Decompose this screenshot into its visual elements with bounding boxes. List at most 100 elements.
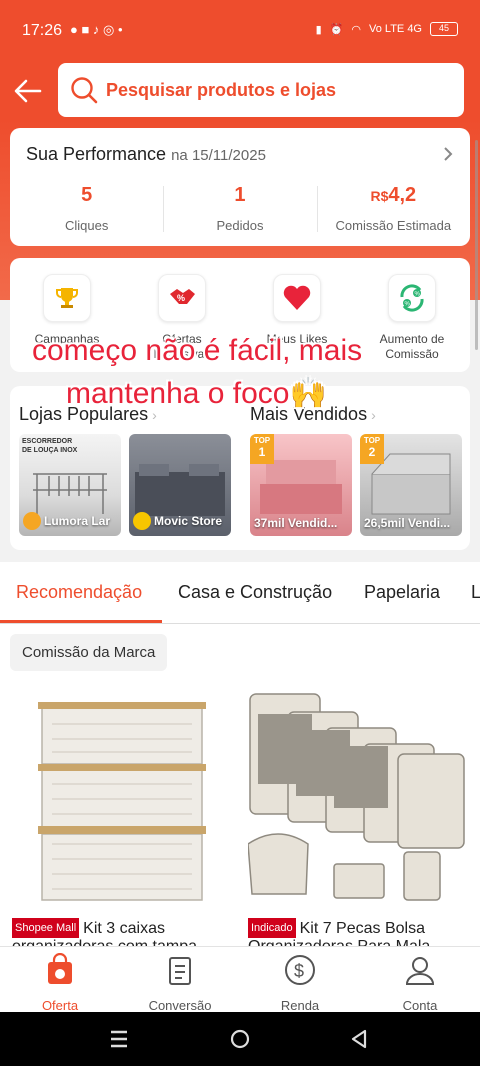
vibrate-icon: ▮	[315, 23, 322, 36]
performance-stats: 5 Cliques 1 Pedidos R$4,2 Comissão Estim…	[10, 184, 470, 236]
nav-offer[interactable]: Oferta	[10, 952, 110, 1013]
product-title: IndicadoKit 7 Pecas BolsaOrganizadoras P…	[248, 918, 470, 946]
home-icon[interactable]	[229, 1028, 251, 1050]
notification-icons: ● ■ ♪ ◎ •	[70, 22, 123, 37]
product-title-line-1: Kit 3 caixas	[83, 920, 165, 937]
stat-label: Pedidos	[216, 218, 264, 233]
performance-title-text: Sua Performance	[26, 144, 167, 164]
svg-text:%: %	[177, 293, 185, 303]
performance-date: na 15/11/2025	[171, 147, 266, 164]
top-badge-label: TOP	[363, 436, 381, 445]
tab-recommendation[interactable]: Recomendação	[16, 582, 142, 603]
back-arrow-icon[interactable]	[12, 76, 44, 106]
chevron-right-icon[interactable]	[442, 146, 454, 162]
nav-income[interactable]: $ Renda	[250, 953, 350, 1013]
bottom-navigation: Oferta Conversão $ Renda Conta	[0, 946, 480, 1013]
product-title-line-2: organizadoras com tampa	[12, 938, 197, 946]
product-feed: Comissão da Marca Shopee Mall Kit 3 caixa…	[0, 624, 480, 946]
product-card[interactable]: IndicadoKit 7 Pecas BolsaOrganizadoras P…	[248, 684, 470, 946]
product-card[interactable]: Shopee MallKit 3 caixasorganizadoras com…	[12, 684, 234, 946]
stat-value: 1	[234, 184, 246, 206]
nav-label: Conta	[402, 998, 438, 1013]
store-label: Movic Store	[133, 512, 222, 530]
search-icon	[71, 77, 98, 104]
label-line-2: Comissão	[385, 347, 439, 361]
indicated-badge: Indicado	[248, 918, 296, 938]
top-badge: TOP 1	[250, 434, 274, 464]
battery-icon: 45	[430, 22, 458, 36]
status-right: ▮ ⏰ ◠ Vo LTE 4G 45	[316, 22, 458, 36]
store-name: Lumora Lar	[44, 514, 111, 528]
store-tile-movic[interactable]: Movic Store	[129, 434, 231, 536]
trophy-icon	[43, 274, 91, 322]
stat-label: Cliques	[64, 218, 109, 233]
commission-value: 4,2	[388, 184, 417, 206]
seller-label: 26,5mil Vendi...	[364, 516, 451, 530]
chevron-right-icon: ›	[371, 407, 376, 423]
tab-home-construction[interactable]: Casa e Construção	[178, 582, 332, 603]
shopee-mall-badge: Shopee Mall	[12, 918, 80, 938]
store-label: Lumora Lar	[23, 512, 110, 530]
search-bar[interactable]: Pesquisar produtos e lojas	[58, 63, 464, 117]
system-navigation-bar	[0, 1012, 480, 1066]
performance-title: Sua Performance na 15/11/2025	[26, 144, 266, 165]
store-logo	[23, 512, 41, 530]
stat-clicks[interactable]: 5 Cliques	[10, 184, 163, 236]
shopping-bag-icon	[48, 952, 72, 984]
back-triangle-icon[interactable]	[348, 1028, 370, 1050]
performance-card[interactable]: Sua Performance na 15/11/2025 5 Cliques …	[10, 128, 470, 246]
nav-account[interactable]: Conta	[370, 953, 470, 1013]
seller-label: 37mil Vendid...	[254, 516, 338, 530]
nav-label: Conversão	[148, 998, 212, 1013]
currency-label: R$	[370, 188, 389, 204]
heart-icon	[273, 274, 321, 322]
search-placeholder: Pesquisar produtos e lojas	[106, 79, 337, 100]
svg-text:$: $	[294, 961, 304, 981]
brand-commission-chip[interactable]: Comissão da Marca	[10, 634, 168, 671]
user-icon	[405, 957, 435, 985]
top-badge-rank: 1	[258, 445, 266, 459]
svg-text:%: %	[415, 292, 421, 298]
storage-boxes-image	[38, 702, 206, 901]
tab-more[interactable]: L	[471, 582, 480, 603]
stat-commission[interactable]: R$4,2 Comissão Estimada	[316, 184, 470, 236]
quick-action-label: Aumento de Comissão	[364, 332, 460, 362]
product-title: Shopee MallKit 3 caixasorganizadoras com…	[12, 918, 234, 946]
product-title-line-2: Organizadoras Para Mala	[248, 938, 430, 946]
percent-cycle-icon: %%	[388, 274, 436, 322]
stat-label: Comissão Estimada	[335, 218, 452, 233]
label-line-1: Aumento de	[379, 332, 445, 346]
clipboard-icon	[169, 957, 191, 985]
scrollbar[interactable]	[475, 140, 478, 350]
wifi-icon: ◠	[351, 23, 361, 36]
status-time: 17:26	[22, 22, 63, 39]
best-seller-tile-1[interactable]: TOP 1 37mil Vendid...	[250, 434, 352, 536]
top-badge-label: TOP	[253, 436, 271, 445]
best-seller-tile-2[interactable]: TOP 2 26,5mil Vendi...	[360, 434, 462, 536]
alarm-icon: ⏰	[329, 23, 344, 36]
stat-value: 5	[81, 184, 93, 206]
recent-apps-icon[interactable]	[108, 1028, 130, 1050]
store-tile-lumora[interactable]: ESCORREDOR DE LOUÇA INOX Lumora Lar	[19, 434, 121, 536]
svg-text:%: %	[405, 302, 411, 308]
travel-bags-image	[248, 693, 465, 901]
tab-stationery[interactable]: Papelaria	[364, 582, 440, 603]
category-tabs: Recomendação Casa e Construção Papelaria…	[0, 562, 480, 624]
dollar-circle-icon: $	[285, 955, 315, 985]
handshake-icon: %	[158, 274, 206, 322]
stat-value: R$4,2	[317, 184, 470, 210]
active-tab-indicator	[0, 620, 162, 623]
video-caption-line-1: começo não é fácil, mais	[32, 334, 363, 367]
top-badge-rank: 2	[368, 445, 376, 459]
store-logo	[133, 512, 151, 530]
nav-conversion[interactable]: Conversão	[130, 953, 230, 1013]
store-name: Movic Store	[154, 514, 223, 528]
nav-label: Oferta	[41, 998, 79, 1013]
network-label: Vo LTE 4G	[369, 23, 422, 35]
nav-label: Renda	[280, 998, 320, 1013]
top-badge: TOP 2	[360, 434, 384, 464]
product-title-line-1: Kit 7 Pecas Bolsa	[299, 920, 425, 937]
quick-action-commission-boost[interactable]: %% Aumento de Comissão	[364, 274, 460, 362]
status-bar: 17:26 ● ■ ♪ ◎ • ▮ ⏰ ◠ Vo LTE 4G 45	[0, 0, 480, 62]
stat-orders[interactable]: 1 Pedidos	[163, 184, 316, 236]
